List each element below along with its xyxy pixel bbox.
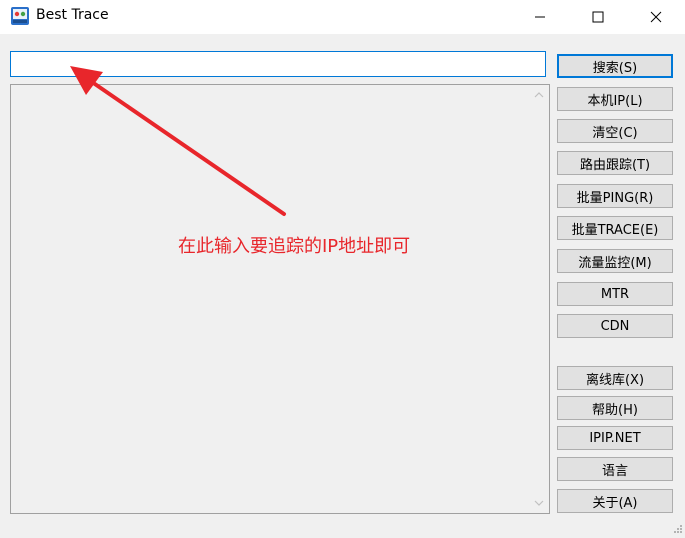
about-button[interactable]: 关于(A)	[557, 489, 673, 513]
scroll-up-arrow-icon[interactable]	[532, 89, 546, 101]
cdn-button[interactable]: CDN	[557, 314, 673, 338]
minimize-icon	[534, 8, 546, 27]
language-button[interactable]: 语言	[557, 457, 673, 481]
batch-trace-button[interactable]: 批量TRACE(E)	[557, 216, 673, 240]
mtr-button[interactable]: MTR	[557, 282, 673, 306]
annotation-text: 在此输入要追踪的IP地址即可	[178, 236, 411, 257]
close-button[interactable]	[627, 0, 685, 34]
clear-button[interactable]: 清空(C)	[557, 119, 673, 143]
route-trace-button[interactable]: 路由跟踪(T)	[557, 151, 673, 175]
local-ip-button[interactable]: 本机IP(L)	[557, 87, 673, 111]
close-icon	[650, 8, 662, 27]
minimize-button[interactable]	[511, 0, 569, 34]
batch-ping-button[interactable]: 批量PING(R)	[557, 184, 673, 208]
help-button[interactable]: 帮助(H)	[557, 396, 673, 420]
ipip-net-button[interactable]: IPIP.NET	[557, 426, 673, 450]
search-button[interactable]: 搜索(S)	[557, 54, 673, 78]
trace-output-area[interactable]	[10, 84, 550, 514]
maximize-icon	[592, 8, 604, 27]
traffic-monitor-button[interactable]: 流量监控(M)	[557, 249, 673, 273]
title-bar[interactable]: Best Trace	[0, 0, 685, 34]
resize-grip-icon[interactable]	[673, 519, 683, 533]
app-icon	[10, 6, 30, 26]
vertical-scrollbar[interactable]	[528, 85, 549, 513]
window-title: Best Trace	[36, 7, 109, 23]
ip-search-input[interactable]	[10, 51, 546, 77]
maximize-button[interactable]	[569, 0, 627, 34]
scroll-down-arrow-icon[interactable]	[532, 497, 546, 509]
offline-db-button[interactable]: 离线库(X)	[557, 366, 673, 390]
